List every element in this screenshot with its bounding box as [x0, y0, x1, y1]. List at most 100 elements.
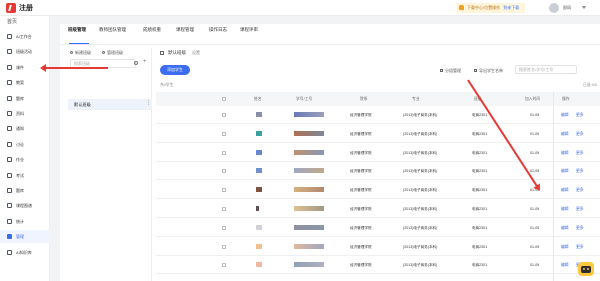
tab-grade-weight[interactable]: 成绩权重: [143, 27, 161, 33]
avatar[interactable]: [549, 3, 559, 13]
edit-link[interactable]: 编辑: [561, 245, 569, 250]
sidebar-item[interactable]: 通知: [0, 122, 50, 135]
row-checkbox[interactable]: [222, 244, 226, 249]
manage-icon: [7, 234, 12, 240]
export-students-button[interactable]: 导出学生名单: [474, 68, 503, 74]
student-id-redacted: [294, 187, 324, 193]
selected-count: 已选 0/0: [583, 83, 597, 87]
sidebar-item-label: 管理: [16, 234, 24, 240]
table-row[interactable]: 经济管理学院(2013)电子商务(本科)电商230101-09编辑更多: [156, 219, 600, 237]
sidebar-item[interactable]: 作业: [0, 153, 50, 166]
student-id-redacted: [294, 206, 324, 211]
assistant-bot-icon[interactable]: [578, 262, 594, 276]
tab-class-management[interactable]: 班级管理: [68, 27, 86, 33]
student-id-redacted: [294, 168, 324, 174]
edit-link[interactable]: 编辑: [561, 151, 569, 156]
ai-icon: [7, 34, 12, 39]
major-cell: (2013)电子商务(本科): [403, 131, 438, 136]
sidebar-item[interactable]: 题库: [0, 184, 50, 197]
sidebar-item[interactable]: 考试: [0, 169, 50, 182]
sidebar-item[interactable]: 班级活动: [0, 45, 50, 58]
join-date-cell: 01-09: [530, 244, 540, 249]
join-date-cell: 01-09: [530, 263, 540, 268]
table-row[interactable]: 经济管理学院(2013)电子商务(本科)电商230101-09编辑更多: [156, 106, 600, 124]
sidebar-item[interactable]: 题库: [0, 92, 50, 105]
more-link[interactable]: 更多: [576, 207, 584, 212]
sidebar-item[interactable]: 管理: [0, 230, 50, 244]
edit-link[interactable]: 编辑: [561, 169, 569, 174]
more-link[interactable]: 更多: [576, 113, 584, 118]
col-major[interactable]: 专业: [412, 97, 420, 102]
activity-icon: [7, 49, 12, 55]
top-bar: 注册 下载中心/位置操作 到来下载 邵凤: [0, 0, 600, 16]
row-checkbox[interactable]: [222, 150, 226, 155]
sidebar-item[interactable]: AI知识库: [0, 246, 50, 259]
sidebar-item[interactable]: 课程图谱: [0, 199, 50, 212]
row-checkbox[interactable]: [222, 131, 226, 136]
plus-icon[interactable]: +: [143, 59, 147, 65]
name-redacted: [256, 262, 262, 268]
table-row[interactable]: 经济管理学院(2013)电子商务(本科)电商230101-09编辑更多: [156, 125, 600, 143]
group-management-button[interactable]: 分组管理: [440, 68, 461, 74]
tab-course-management[interactable]: 课程管理: [176, 27, 194, 33]
sidebar-item[interactable]: 教案: [0, 76, 50, 89]
sidebar-item[interactable]: AI工作台: [0, 30, 50, 43]
add-student-button[interactable]: 添加学生: [160, 65, 190, 75]
sidebar: 首页 AI工作台 班级活动 课件 教案 题库 资料 通知 讨论 作业 考试 题库 课程图谱 统计 管理 AI…: [0, 16, 50, 281]
more-link[interactable]: 更多: [576, 169, 584, 174]
class-list-panel: 新建班级 管理班级 搜索班级 + 默认班级 ⋮: [68, 48, 152, 281]
more-vertical-icon[interactable]: ⋮: [146, 100, 151, 106]
new-class-button[interactable]: 新建班级: [70, 50, 91, 56]
more-link[interactable]: 更多: [576, 245, 584, 250]
table-row[interactable]: 经济管理学院(2013)电子商务(本科)电商230101-09编辑更多: [156, 238, 600, 256]
more-link[interactable]: 更多: [576, 226, 584, 231]
tab-operation-log[interactable]: 操作日志: [209, 27, 227, 33]
more-link[interactable]: 更多: [576, 151, 584, 156]
group-management-label: 分组管理: [445, 68, 461, 73]
edit-link[interactable]: 编辑: [561, 113, 569, 118]
sidebar-item[interactable]: 资料: [0, 107, 50, 120]
table-row[interactable]: 经济管理学院(2013)电子商务(本科)电商230101-09编辑更多: [156, 275, 600, 281]
row-checkbox[interactable]: [222, 207, 226, 211]
stats-icon: [7, 218, 12, 224]
col-department[interactable]: 院系: [360, 97, 368, 102]
table-row[interactable]: 经济管理学院(2013)电子商务(本科)电商230101-09编辑更多: [156, 200, 600, 218]
search-icon[interactable]: [134, 61, 138, 65]
col-student-id[interactable]: 学号/工号: [296, 97, 312, 102]
download-center-banner[interactable]: 下载中心/位置操作 到来下载: [456, 3, 526, 13]
table-row[interactable]: 经济管理学院(2013)电子商务(本科)电商230101-09编辑更多: [156, 144, 600, 162]
major-cell: (2013)电子商务(本科): [403, 169, 438, 174]
manage-class-button[interactable]: 管理班级: [102, 50, 123, 56]
edit-link[interactable]: 编辑: [561, 226, 569, 231]
more-link[interactable]: 更多: [576, 188, 584, 193]
select-all-checkbox[interactable]: [222, 97, 226, 101]
row-checkbox[interactable]: [222, 225, 226, 230]
table-row[interactable]: 经济管理学院(2013)电子商务(本科)电商230101-09编辑更多: [156, 256, 600, 275]
student-search-input[interactable]: 搜索姓名/学号/工号: [515, 65, 577, 74]
chevron-down-icon[interactable]: [582, 6, 586, 9]
sidebar-item[interactable]: 讨论: [0, 138, 50, 151]
tab-course-review[interactable]: 课程评审: [240, 27, 258, 33]
edit-link[interactable]: 编辑: [561, 207, 569, 212]
row-checkbox[interactable]: [222, 188, 226, 193]
edit-link[interactable]: 编辑: [561, 263, 569, 268]
col-join-time[interactable]: 加入时间: [525, 97, 540, 102]
class-cell: 电商2301: [472, 131, 488, 136]
edit-link[interactable]: 编辑: [561, 132, 569, 137]
class-edit-link[interactable]: 设置: [192, 50, 200, 55]
sidebar-header[interactable]: 首页: [7, 18, 17, 25]
sidebar-item[interactable]: 统计: [0, 215, 50, 228]
row-checkbox[interactable]: [222, 169, 226, 174]
row-checkbox[interactable]: [222, 113, 226, 117]
bell-icon: [459, 5, 464, 10]
class-list-item[interactable]: 默认班级 ⋮: [68, 99, 152, 110]
more-link[interactable]: 更多: [576, 132, 584, 137]
table-row[interactable]: 经济管理学院(2013)电子商务(本科)电商230101-09编辑更多: [156, 162, 600, 181]
edit-link[interactable]: 编辑: [561, 188, 569, 193]
col-name[interactable]: 姓名: [254, 97, 262, 102]
row-checkbox[interactable]: [222, 263, 226, 268]
download-link[interactable]: 到来下载: [503, 5, 519, 10]
class-title-text: 默认班级: [168, 50, 186, 55]
department-cell: 经济管理学院: [350, 188, 372, 193]
tab-teacher-team[interactable]: 教师团队管理: [99, 27, 126, 33]
